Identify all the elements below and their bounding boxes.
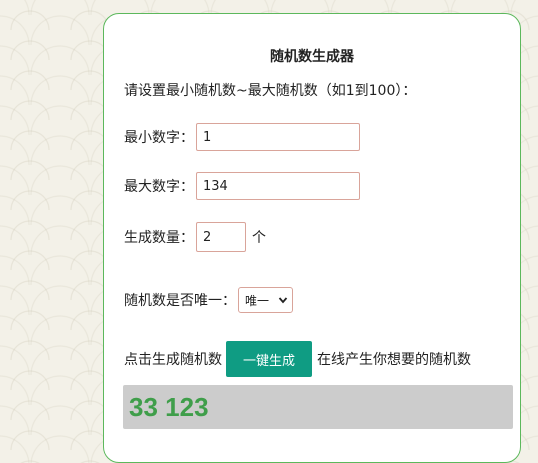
count-label: 生成数量： — [124, 230, 194, 246]
max-number-label: 最大数字： — [124, 179, 194, 195]
count-row: 生成数量： 个 — [124, 222, 266, 252]
chevron-down-icon — [278, 297, 288, 304]
unique-label: 随机数是否唯一： — [124, 293, 236, 309]
generate-prefix-text: 点击生成随机数 — [124, 352, 222, 368]
generator-card: 随机数生成器 请设置最小随机数~最大随机数（如1到100）： 最小数字： 最大数… — [103, 13, 521, 463]
count-input[interactable] — [196, 222, 246, 252]
generate-button[interactable]: 一键生成 — [226, 341, 312, 377]
instruction-text: 请设置最小随机数~最大随机数（如1到100）： — [124, 83, 417, 99]
result-display: 33 123 — [123, 385, 513, 429]
page-title: 随机数生成器 — [270, 49, 354, 65]
min-number-row: 最小数字： — [124, 123, 360, 151]
min-number-input[interactable] — [196, 123, 360, 151]
unique-select-value: 唯一 — [245, 293, 270, 308]
generate-suffix-text: 在线产生你想要的随机数 — [317, 352, 471, 368]
count-unit: 个 — [252, 230, 266, 246]
unique-select[interactable]: 唯一 — [238, 287, 293, 313]
unique-row: 随机数是否唯一： 唯一 — [124, 287, 293, 313]
max-number-row: 最大数字： — [124, 172, 360, 200]
min-number-label: 最小数字： — [124, 130, 194, 146]
generate-row: 点击生成随机数 一键生成 在线产生你想要的随机数 — [124, 341, 471, 377]
max-number-input[interactable] — [196, 172, 360, 200]
